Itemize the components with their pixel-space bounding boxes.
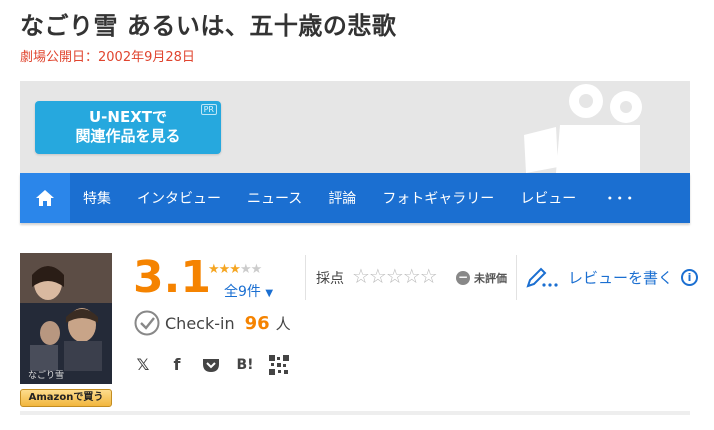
rating-stars-input[interactable]: ☆☆☆☆☆ <box>352 264 438 288</box>
nav-more-button[interactable]: ･･･ <box>589 185 648 211</box>
write-review-button[interactable]: レビューを書く i <box>526 266 699 288</box>
score-stars: ★★★★★ <box>208 262 262 277</box>
review-count: 全9件 <box>224 284 261 300</box>
info-icon[interactable]: i <box>681 268 699 286</box>
divider <box>305 255 306 300</box>
chevron-down-icon: ▼ <box>265 288 274 299</box>
checkin-button[interactable]: Check-in 96 人 <box>134 310 291 336</box>
x-share-icon[interactable]: 𝕏 <box>132 354 154 376</box>
main-nav: 特集 インタビュー ニュース 評論 フォトギャラリー レビュー ･･･ <box>20 173 690 223</box>
nav-item-news[interactable]: ニュース <box>234 188 315 208</box>
unext-button[interactable]: PR U-NEXTで 関連作品を見る <box>35 101 221 154</box>
checkin-count: 96 <box>244 312 270 334</box>
section-divider <box>20 411 690 415</box>
hatena-bookmark-icon[interactable]: B! <box>234 354 256 376</box>
home-icon <box>36 190 54 206</box>
nav-home[interactable] <box>20 173 70 223</box>
movie-camera-icon <box>524 84 642 173</box>
write-review-label: レビューを書く <box>568 268 674 287</box>
average-score: 3.1 <box>133 252 211 303</box>
divider <box>516 255 517 300</box>
qr-icon[interactable] <box>268 354 290 376</box>
poster-image: なごり雪 <box>20 253 112 384</box>
checkin-unit: 人 <box>275 314 291 333</box>
nav-item-photo-gallery[interactable]: フォトギャラリー <box>369 188 507 208</box>
nav-item-feature[interactable]: 特集 <box>70 188 124 208</box>
release-date: 劇場公開日：2002年9月28日 <box>20 50 195 65</box>
unrated-status: − 未評価 <box>456 270 507 286</box>
svg-text:なごり雪: なごり雪 <box>28 369 64 381</box>
nav-item-critique[interactable]: 評論 <box>315 188 369 208</box>
rating-label: 採点 <box>316 271 344 287</box>
pen-icon <box>526 267 558 288</box>
nav-item-interview[interactable]: インタビュー <box>124 188 234 208</box>
pr-badge: PR <box>200 104 217 115</box>
checkin-label: Check-in <box>165 313 235 333</box>
review-count-link[interactable]: 全9件 ▼ <box>224 281 273 301</box>
nav-item-review[interactable]: レビュー <box>507 188 589 208</box>
minus-icon: − <box>456 270 470 285</box>
banner: PR U-NEXTで 関連作品を見る <box>20 81 690 173</box>
movie-poster[interactable]: なごり雪 <box>20 253 112 384</box>
page-title: なごり雪 あるいは、五十歳の悲歌 <box>20 12 397 40</box>
unext-line2: 関連作品を見る <box>75 127 181 145</box>
unext-line1: U-NEXTで <box>88 108 167 126</box>
pocket-icon[interactable] <box>200 354 222 376</box>
check-icon <box>134 310 160 336</box>
share-buttons: 𝕏 f B! <box>132 354 290 376</box>
facebook-share-icon[interactable]: f <box>166 354 188 376</box>
unrated-label: 未評価 <box>474 272 507 285</box>
amazon-buy-button[interactable]: Amazonで買う <box>20 389 112 407</box>
